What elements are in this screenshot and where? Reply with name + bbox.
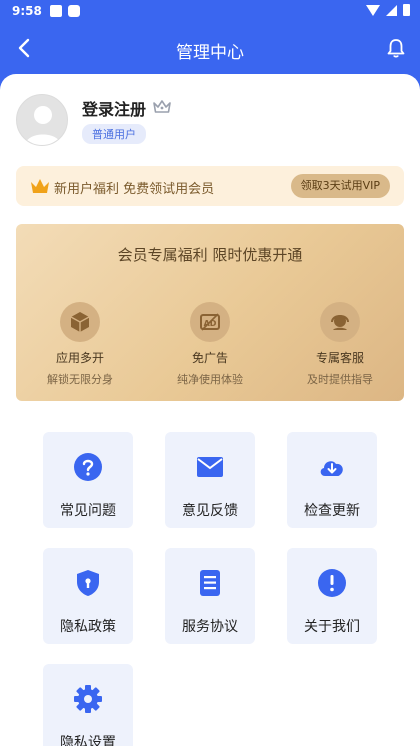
- ad-free-icon: AD: [200, 313, 220, 331]
- document-icon: [200, 570, 220, 596]
- crown-outline-icon: [153, 100, 171, 113]
- benefit-name: 专属客服: [315, 351, 364, 365]
- info-icon: [318, 569, 346, 597]
- benefit-sub: 及时提供指导: [307, 373, 373, 386]
- cloud-download-icon: [320, 461, 343, 476]
- user-silhouette-icon: [25, 106, 61, 145]
- tile-privacy-settings[interactable]: 隐私设置: [43, 664, 133, 746]
- signal-icon: [386, 4, 397, 16]
- crown-icon: [31, 179, 49, 193]
- box-icon: [70, 312, 90, 332]
- benefit-name: 免广告: [191, 351, 228, 365]
- benefit-multi-app: 应用多开 解锁无限分身: [20, 302, 140, 387]
- vip-card-title: 会员专属福利 限时优惠开通: [117, 246, 303, 264]
- status-indicators: [366, 4, 410, 16]
- shield-icon: [77, 570, 99, 596]
- status-time: 9:58: [12, 4, 42, 18]
- benefit-sub: 纯净使用体验: [177, 373, 243, 386]
- page-title: 管理中心: [176, 43, 244, 63]
- tile-feedback[interactable]: 意见反馈: [165, 432, 255, 528]
- claim-trial-vip-button[interactable]: 领取3天试用VIP: [290, 174, 390, 198]
- tile-check-update[interactable]: 检查更新: [287, 432, 377, 528]
- new-user-promo-banner: 新用户福利 免费领试用会员 领取3天试用VIP: [16, 166, 404, 206]
- login-register-link[interactable]: 登录注册: [82, 96, 146, 120]
- gear-icon: [74, 685, 102, 713]
- tile-label: 隐私设置: [60, 735, 116, 746]
- tile-label: 隐私政策: [60, 619, 116, 635]
- benefit-name: 应用多开: [55, 351, 104, 365]
- tile-label: 意见反馈: [182, 503, 238, 519]
- user-level-badge: 普通用户: [82, 124, 146, 144]
- tile-label: 服务协议: [182, 619, 238, 635]
- promo-text: 新用户福利 免费领试用会员: [54, 182, 215, 197]
- battery-icon: [403, 4, 410, 16]
- bell-icon[interactable]: [385, 37, 407, 59]
- benefit-support: 专属客服 及时提供指导: [280, 302, 400, 387]
- tile-label: 检查更新: [304, 503, 360, 519]
- benefit-sub: 解锁无限分身: [47, 373, 113, 386]
- tile-about-us[interactable]: 关于我们: [287, 548, 377, 644]
- tile-service-agreement[interactable]: 服务协议: [165, 548, 255, 644]
- benefit-ad-free: AD 免广告 纯净使用体验: [150, 302, 270, 387]
- tile-faq[interactable]: 常见问题: [43, 432, 133, 528]
- content-sheet: 登录注册 普通用户 新用户福利 免费领试用会员 领取3天试用VIP 会员专属福利…: [0, 74, 420, 746]
- question-icon: [74, 453, 102, 481]
- app-bar: 管理中心: [0, 24, 420, 74]
- tile-label: 关于我们: [304, 619, 360, 635]
- wifi-icon: [366, 4, 380, 16]
- tile-privacy-policy[interactable]: 隐私政策: [43, 548, 133, 644]
- notification-a-icon: [50, 5, 62, 17]
- status-bar: 9:58: [0, 0, 420, 24]
- support-icon: [331, 315, 349, 330]
- vip-benefits-card[interactable]: 会员专属福利 限时优惠开通 应用多开 解锁无限分身 AD 免广告 纯净使用体验: [16, 224, 404, 401]
- tile-label: 常见问题: [60, 503, 116, 519]
- mail-icon: [197, 457, 223, 477]
- notification-shield-icon: [68, 5, 80, 17]
- avatar[interactable]: [16, 94, 68, 146]
